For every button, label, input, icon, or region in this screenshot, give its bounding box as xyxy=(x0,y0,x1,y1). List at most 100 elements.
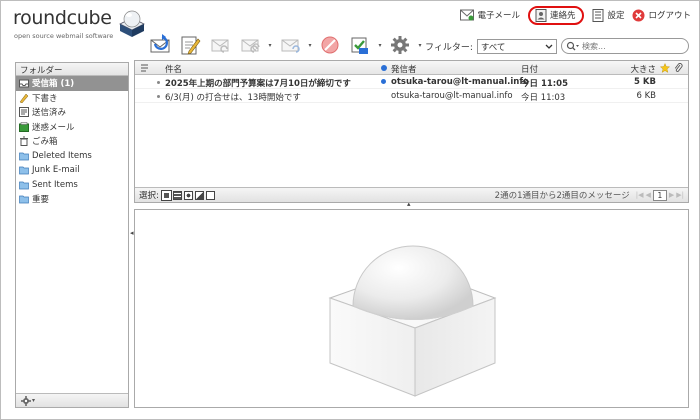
message-row[interactable]: 6/3(月) の打合せは、13時開始です otsuka-tarou@lt-manu… xyxy=(135,89,688,103)
folder-item[interactable]: 送信済み xyxy=(16,105,128,120)
filter-selected-value: すべて xyxy=(480,42,506,53)
folder-icon xyxy=(19,152,29,161)
star-icon[interactable] xyxy=(660,63,670,73)
attachment-icon[interactable] xyxy=(674,63,683,73)
last-page-icon[interactable]: ▶| xyxy=(676,191,684,199)
message-count: 2通の1通目から2通目のメッセージ xyxy=(494,191,630,201)
drafts-icon xyxy=(19,93,29,103)
more-button[interactable] xyxy=(387,32,413,58)
forward-button[interactable] xyxy=(277,32,303,58)
reply-all-dropdown[interactable]: ▾ xyxy=(267,32,273,58)
first-page-icon[interactable]: |◀ xyxy=(636,191,644,199)
message-list: 件名 発信者 日付 大きさ 2025年上期の部門予算案は7月10日が締切です ot… xyxy=(134,60,689,203)
select-current-page-icon[interactable] xyxy=(172,190,182,200)
mark-icon xyxy=(351,37,368,54)
unread-status-icon[interactable] xyxy=(381,79,386,84)
folder-item[interactable]: Sent Items xyxy=(16,178,128,193)
folder-item-label: 送信済み xyxy=(32,108,67,119)
folder-list: 受信箱 (1) 下書き送信済み 迷惑メール ごみ箱 Deleted Items Junk … xyxy=(16,76,128,207)
column-from[interactable]: 発信者 xyxy=(391,63,417,75)
folder-item[interactable]: Junk E-mail xyxy=(16,163,128,178)
logo-cube-icon xyxy=(119,10,145,37)
folder-item[interactable]: 下書き xyxy=(16,91,128,106)
page-number-input[interactable]: 1 xyxy=(652,189,667,201)
folder-pane: フォルダー 受信箱 (1) 下書き送信済み 迷惑メール ごみ箱 Deleted Item… xyxy=(15,62,129,408)
select-none-icon[interactable] xyxy=(205,190,215,200)
trash-icon xyxy=(20,136,28,147)
mark-dropdown[interactable]: ▾ xyxy=(377,32,383,58)
nav-settings[interactable]: 設定 xyxy=(592,8,625,22)
gear-icon xyxy=(391,36,409,54)
message-subject: 2025年上期の部門予算案は7月10日が締切です xyxy=(165,79,351,89)
message-date: 今日 11:03 xyxy=(521,93,566,103)
logo-text: roundcube xyxy=(13,7,112,29)
message-row[interactable]: 2025年上期の部門予算案は7月10日が締切です otsuka-tarou@lt-… xyxy=(135,75,688,89)
folder-item[interactable]: 受信箱 (1) xyxy=(16,76,128,91)
folder-options-button[interactable]: ▾ xyxy=(21,395,36,406)
folder-item-label: Sent Items xyxy=(32,179,78,190)
nav-settings-label: 設定 xyxy=(607,11,625,21)
column-subject[interactable]: 件名 xyxy=(165,63,182,75)
list-options-icon[interactable] xyxy=(140,64,150,73)
message-size: 6 KB xyxy=(636,91,656,101)
folder-item-label: 重要 xyxy=(32,195,50,206)
more-dropdown[interactable]: ▾ xyxy=(417,32,423,58)
top-navigation: 電子メール 連絡先 設定 ログアウト xyxy=(460,5,691,25)
toolbar: ▾ ▾ ▾ ▾ xyxy=(147,32,423,58)
folder-pane-header: フォルダー xyxy=(16,63,128,76)
folder-item[interactable]: Deleted Items xyxy=(16,149,128,164)
search-icon[interactable] xyxy=(566,41,580,51)
folder-icon xyxy=(19,195,29,204)
forward-dropdown[interactable]: ▾ xyxy=(307,32,313,58)
folder-item[interactable]: 迷惑メール xyxy=(16,120,128,135)
reply-icon xyxy=(211,39,229,53)
message-rows: 2025年上期の部門予算案は7月10日が締切です otsuka-tarou@lt-… xyxy=(135,75,688,103)
delete-icon xyxy=(321,36,339,54)
folder-item[interactable]: 重要 xyxy=(16,192,128,207)
nav-contacts-label: 連絡先 xyxy=(549,11,576,21)
message-preview-pane xyxy=(134,209,689,408)
nav-mail-label: 電子メール xyxy=(477,11,520,21)
previous-page-icon[interactable]: ◀ xyxy=(645,191,650,199)
vertical-splitter-handle[interactable]: ◂ xyxy=(130,229,134,237)
message-size: 5 KB xyxy=(634,77,656,87)
compose-button[interactable] xyxy=(177,32,203,58)
logo[interactable]: roundcube open source webmail software xyxy=(13,7,145,43)
select-label: 選択: xyxy=(139,191,159,201)
inbox-icon xyxy=(19,79,29,88)
folder-item-label: Junk E-mail xyxy=(32,165,80,176)
unread-column-icon[interactable] xyxy=(381,65,387,71)
reply-all-icon xyxy=(241,39,260,53)
select-invert-icon[interactable] xyxy=(194,190,204,200)
thread-dot-icon xyxy=(157,95,160,98)
mark-button[interactable] xyxy=(347,32,373,58)
next-page-icon[interactable]: ▶ xyxy=(669,191,674,199)
folder-item-label: 受信箱 (1) xyxy=(32,79,75,90)
select-all-icon[interactable] xyxy=(160,189,172,201)
compose-icon xyxy=(181,36,201,55)
nav-logout-label: ログアウト xyxy=(648,11,691,21)
search-input[interactable] xyxy=(582,41,682,51)
column-size[interactable]: 大きさ xyxy=(630,63,656,75)
forward-icon xyxy=(281,39,300,53)
message-list-footer: 選択: 2通の1通目から2通目のメッセージ |◀ ◀ 1 ▶ ▶| xyxy=(135,187,688,202)
message-date: 今日 11:05 xyxy=(521,79,569,89)
nav-contacts[interactable]: 連絡先 xyxy=(527,5,585,25)
chevron-down-icon: ▾ xyxy=(32,397,36,404)
delete-button[interactable] xyxy=(317,32,343,58)
folder-item[interactable]: ごみ箱 xyxy=(16,134,128,149)
nav-logout[interactable]: ログアウト xyxy=(632,9,691,22)
refresh-button[interactable] xyxy=(147,32,173,58)
folder-pane-footer: ▾ xyxy=(16,393,128,407)
nav-mail[interactable]: 電子メール xyxy=(460,9,520,21)
roundcube-watermark-icon xyxy=(328,245,497,397)
logout-icon xyxy=(632,9,645,21)
folder-item-label: 下書き xyxy=(32,93,58,104)
reply-all-button[interactable] xyxy=(237,32,263,58)
select-unread-icon[interactable] xyxy=(183,190,193,200)
reply-button[interactable] xyxy=(207,32,233,58)
filter-select[interactable]: すべて xyxy=(476,39,557,54)
folder-icon xyxy=(19,166,29,175)
message-list-header: 件名 発信者 日付 大きさ xyxy=(135,61,688,75)
column-date[interactable]: 日付 xyxy=(521,63,538,75)
